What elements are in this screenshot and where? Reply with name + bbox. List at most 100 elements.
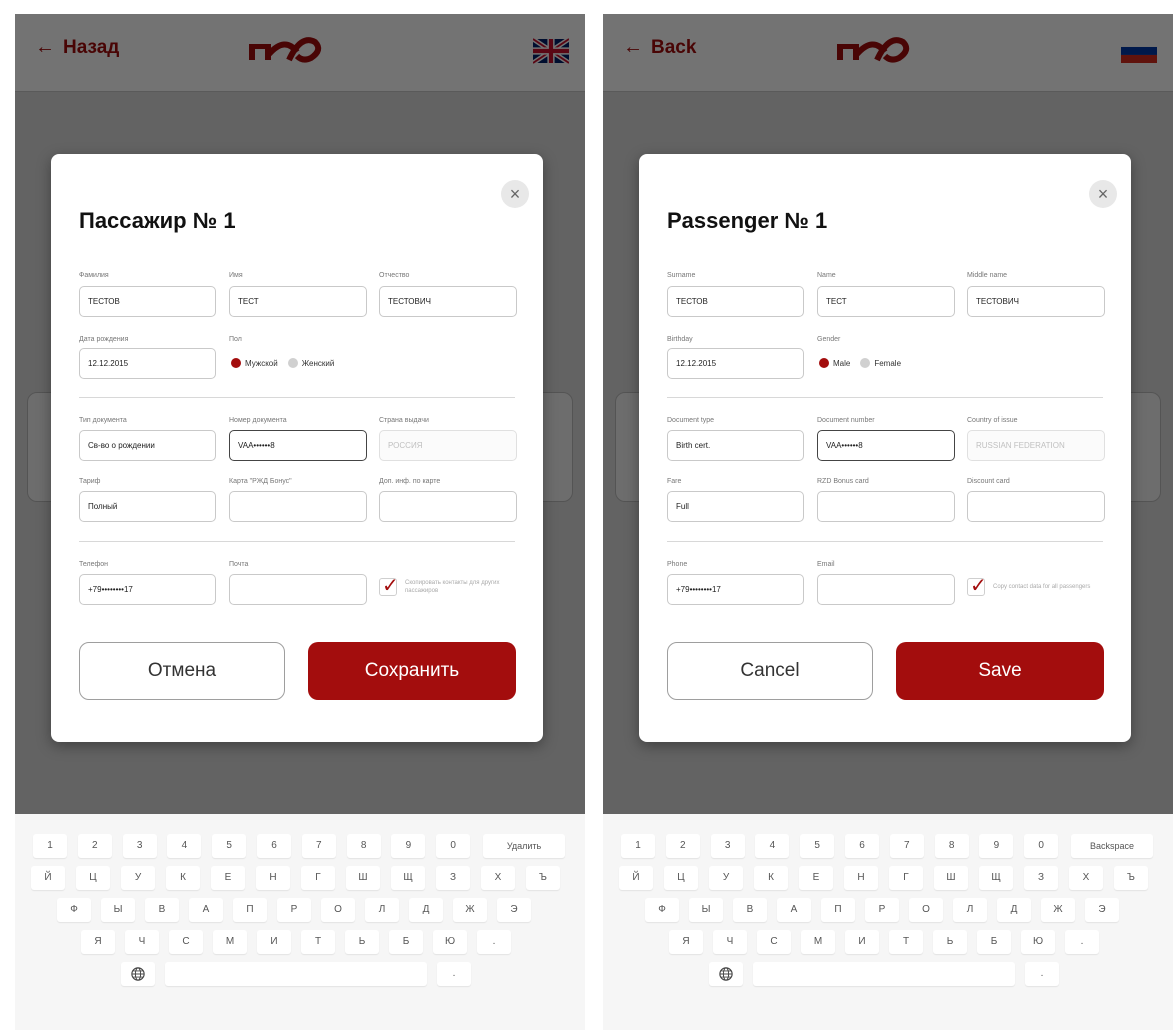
gender-female-radio[interactable]: Женский bbox=[287, 358, 334, 368]
save-button[interactable]: Save bbox=[896, 642, 1104, 700]
key[interactable]: О bbox=[321, 898, 355, 922]
middle-name-field[interactable]: ТЕСТОВИЧ bbox=[967, 286, 1105, 317]
email-field[interactable] bbox=[817, 574, 955, 605]
key[interactable]: З bbox=[1024, 866, 1058, 890]
key[interactable]: Г bbox=[301, 866, 335, 890]
gender-female-radio[interactable]: Female bbox=[860, 358, 901, 368]
document-number-field[interactable]: VAA••••••8 bbox=[817, 430, 955, 461]
key[interactable]: 7 bbox=[301, 834, 336, 858]
key[interactable]: Ц bbox=[664, 866, 698, 890]
key[interactable]: О bbox=[909, 898, 943, 922]
key[interactable]: Ы bbox=[689, 898, 723, 922]
key[interactable]: Е bbox=[799, 866, 833, 890]
key[interactable]: Щ bbox=[979, 866, 1013, 890]
name-field[interactable]: ТЕСТ bbox=[229, 286, 367, 317]
key[interactable]: 9 bbox=[979, 834, 1014, 858]
key[interactable]: Д bbox=[997, 898, 1031, 922]
discount-card-field[interactable] bbox=[379, 491, 517, 522]
key[interactable]: Л bbox=[365, 898, 399, 922]
key[interactable]: Г bbox=[889, 866, 923, 890]
gender-male-radio[interactable]: Male bbox=[819, 358, 850, 368]
birth-date-field[interactable]: 12.12.2015 bbox=[79, 348, 216, 379]
key[interactable]: Э bbox=[497, 898, 531, 922]
key[interactable]: М bbox=[213, 930, 247, 954]
key[interactable]: Ъ bbox=[1114, 866, 1148, 890]
surname-field[interactable]: ТЕСТОВ bbox=[667, 286, 804, 317]
phone-field[interactable]: +79••••••••17 bbox=[667, 574, 804, 605]
key[interactable]: Ю bbox=[1021, 930, 1055, 954]
key[interactable]: . bbox=[477, 930, 511, 954]
backspace-key[interactable]: Удалить bbox=[483, 834, 565, 858]
save-button[interactable]: Сохранить bbox=[308, 642, 516, 700]
key[interactable]: В bbox=[145, 898, 179, 922]
key[interactable]: Ш bbox=[934, 866, 968, 890]
cancel-button[interactable]: Cancel bbox=[667, 642, 873, 700]
close-icon[interactable]: × bbox=[501, 180, 529, 208]
discount-card-field[interactable] bbox=[967, 491, 1105, 522]
key[interactable]: Х bbox=[481, 866, 515, 890]
key[interactable]: Т bbox=[889, 930, 923, 954]
middle-name-field[interactable]: ТЕСТОВИЧ bbox=[379, 286, 517, 317]
birth-date-field[interactable]: 12.12.2015 bbox=[667, 348, 804, 379]
key[interactable]: У bbox=[121, 866, 155, 890]
key[interactable]: К bbox=[754, 866, 788, 890]
key[interactable]: Ж bbox=[453, 898, 487, 922]
key[interactable]: 1 bbox=[33, 834, 67, 858]
key[interactable]: Н bbox=[844, 866, 878, 890]
key[interactable]: Н bbox=[256, 866, 290, 890]
key[interactable]: Ъ bbox=[526, 866, 560, 890]
key[interactable]: П bbox=[821, 898, 855, 922]
key[interactable]: Р bbox=[865, 898, 899, 922]
document-type-select[interactable]: Birth cert. bbox=[667, 430, 804, 461]
key[interactable]: 8 bbox=[346, 834, 381, 858]
key[interactable]: 7 bbox=[889, 834, 924, 858]
key[interactable]: Э bbox=[1085, 898, 1119, 922]
key[interactable]: Ф bbox=[645, 898, 679, 922]
key[interactable]: Р bbox=[277, 898, 311, 922]
key[interactable]: 4 bbox=[755, 834, 790, 858]
key[interactable]: А bbox=[189, 898, 223, 922]
document-type-select[interactable]: Св-во о рождении bbox=[79, 430, 216, 461]
key[interactable]: Й bbox=[31, 866, 65, 890]
globe-icon[interactable] bbox=[709, 962, 743, 986]
key[interactable]: 5 bbox=[212, 834, 247, 858]
key[interactable]: Ч bbox=[713, 930, 747, 954]
key[interactable]: М bbox=[801, 930, 835, 954]
space-key[interactable] bbox=[165, 962, 427, 986]
key[interactable]: Й bbox=[619, 866, 653, 890]
phone-field[interactable]: +79••••••••17 bbox=[79, 574, 216, 605]
key[interactable]: К bbox=[166, 866, 200, 890]
key[interactable]: Щ bbox=[391, 866, 425, 890]
email-field[interactable] bbox=[229, 574, 367, 605]
key[interactable]: 0 bbox=[1024, 834, 1059, 858]
key[interactable]: Ж bbox=[1041, 898, 1075, 922]
name-field[interactable]: ТЕСТ bbox=[817, 286, 955, 317]
key[interactable]: 3 bbox=[122, 834, 157, 858]
bonus-card-field[interactable] bbox=[817, 491, 955, 522]
key[interactable]: Ю bbox=[433, 930, 467, 954]
key[interactable]: Б bbox=[389, 930, 423, 954]
key[interactable]: 4 bbox=[167, 834, 202, 858]
key[interactable]: Л bbox=[953, 898, 987, 922]
key[interactable]: Ы bbox=[101, 898, 135, 922]
key[interactable]: Е bbox=[211, 866, 245, 890]
key[interactable]: 5 bbox=[800, 834, 835, 858]
close-icon[interactable]: × bbox=[1089, 180, 1117, 208]
key[interactable]: 2 bbox=[665, 834, 700, 858]
key[interactable]: И bbox=[257, 930, 291, 954]
key[interactable]: Ь bbox=[933, 930, 967, 954]
key[interactable]: З bbox=[436, 866, 470, 890]
key[interactable]: А bbox=[777, 898, 811, 922]
key[interactable]: Т bbox=[301, 930, 335, 954]
key[interactable]: Д bbox=[409, 898, 443, 922]
key[interactable]: 1 bbox=[621, 834, 655, 858]
key[interactable]: Ч bbox=[125, 930, 159, 954]
key[interactable]: 2 bbox=[77, 834, 112, 858]
period-key[interactable]: . bbox=[1025, 962, 1059, 986]
key[interactable]: С bbox=[757, 930, 791, 954]
key[interactable]: 3 bbox=[710, 834, 745, 858]
surname-field[interactable]: ТЕСТОВ bbox=[79, 286, 216, 317]
period-key[interactable]: . bbox=[437, 962, 471, 986]
tariff-select[interactable]: Full bbox=[667, 491, 804, 522]
key[interactable]: У bbox=[709, 866, 743, 890]
